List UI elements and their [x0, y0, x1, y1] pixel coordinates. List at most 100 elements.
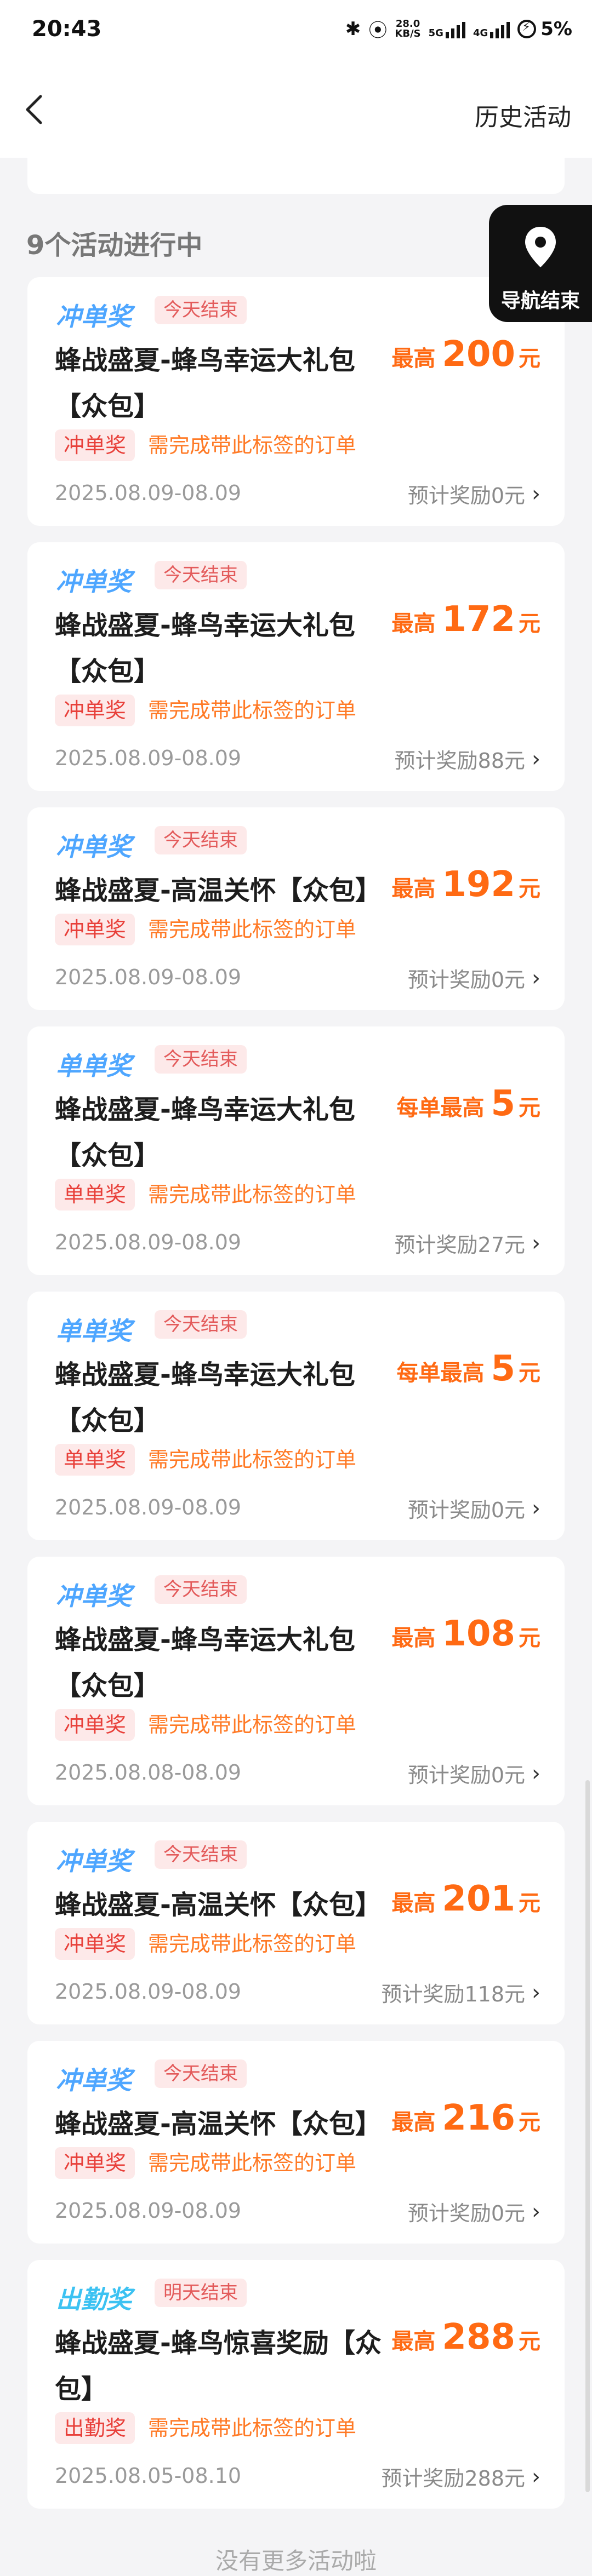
end-time-badge: 今天结束: [155, 826, 247, 854]
battery-charging-icon: [517, 19, 537, 38]
end-time-badge: 今天结束: [155, 1575, 247, 1604]
activity-title: 蜂战盛夏-蜂鸟惊喜奖励【众包】: [55, 2328, 382, 2405]
back-arrow-icon[interactable]: [23, 93, 45, 126]
reward-unit: 元: [519, 2110, 540, 2135]
end-time-badge: 今天结束: [155, 1840, 247, 1869]
end-time-badge: 今天结束: [155, 561, 247, 589]
reward-value: 288: [442, 2317, 515, 2357]
navigation-end-label: 导航结束: [500, 290, 580, 312]
order-tag: 冲单奖: [55, 914, 135, 945]
location-icon: ⦿: [368, 20, 388, 42]
estimated-reward-text: 预计奖励0元: [407, 1763, 525, 1787]
estimated-reward[interactable]: 预计奖励27元 ›: [395, 1228, 540, 1258]
reward-amount: 最高 172 元: [391, 599, 540, 640]
status-icons: ✱ ⦿ 28.0 KB/S 5G 4G 5%: [345, 15, 572, 42]
reward-value: 192: [442, 864, 515, 905]
order-tag: 单单奖: [55, 1179, 135, 1210]
requirement-text: 需完成带此标签的订单: [148, 917, 357, 942]
requirement-text: 需完成带此标签的订单: [148, 1183, 357, 1207]
reward-prefix: 每单最高: [396, 1361, 485, 1386]
activity-card[interactable]: 冲单奖 今天结束 蜂战盛夏-蜂鸟幸运大礼包【众包】 最高 172 元 冲单奖 需完成…: [27, 542, 565, 791]
reward-value: 172: [442, 599, 515, 640]
activity-card[interactable]: 冲单奖 今天结束 蜂战盛夏-蜂鸟幸运大礼包【众包】 最高 108 元 冲单奖 需完成…: [27, 1557, 565, 1805]
net-speed: 28.0 KB/S: [395, 18, 421, 39]
estimated-reward-text: 预计奖励0元: [407, 968, 525, 992]
estimated-reward[interactable]: 预计奖励0元 ›: [408, 1758, 540, 1788]
estimated-reward[interactable]: 预计奖励88元 ›: [395, 744, 540, 774]
date-range: 2025.08.09-08.09: [55, 2199, 242, 2223]
reward-unit: 元: [519, 876, 540, 902]
chevron-right-icon: ›: [532, 1230, 540, 1256]
activity-title: 蜂战盛夏-蜂鸟幸运大礼包【众包】: [55, 345, 355, 422]
end-time-badge: 今天结束: [155, 296, 247, 324]
activity-card[interactable]: 出勤奖 明天结束 蜂战盛夏-蜂鸟惊喜奖励【众包】 最高 288 元 出勤奖 需完成带…: [27, 2260, 565, 2509]
end-time-badge: 今天结束: [155, 2059, 247, 2088]
reward-unit: 元: [519, 2329, 540, 2354]
navigation-end-button[interactable]: 导航结束: [489, 205, 592, 322]
end-time-badge: 今天结束: [155, 1310, 247, 1339]
activity-title: 蜂战盛夏-蜂鸟幸运大礼包【众包】: [55, 1625, 355, 1701]
chevron-right-icon: ›: [532, 1495, 540, 1521]
estimated-reward[interactable]: 预计奖励288元 ›: [381, 2462, 540, 2492]
estimated-reward-text: 预计奖励0元: [407, 2201, 525, 2225]
summary-card-partial: [27, 158, 565, 194]
date-range: 2025.08.09-08.09: [55, 746, 242, 770]
reward-amount: 最高 288 元: [391, 2317, 540, 2357]
requirement-text: 需完成带此标签的订单: [148, 433, 357, 457]
estimated-reward[interactable]: 预计奖励118元 ›: [381, 1977, 540, 2007]
date-range: 2025.08.09-08.09: [55, 965, 242, 989]
activity-card[interactable]: 冲单奖 今天结束 蜂战盛夏-蜂鸟幸运大礼包【众包】 最高 200 元 冲单奖 需完成…: [27, 277, 565, 526]
activity-card[interactable]: 冲单奖 今天结束 蜂战盛夏-高温关怀【众包】 最高 192 元 冲单奖 需完成带此标…: [27, 807, 565, 1010]
date-range: 2025.08.09-08.09: [55, 481, 242, 505]
activity-type: 冲单奖: [56, 832, 132, 862]
reward-amount: 最高 216 元: [391, 2098, 540, 2138]
date-range: 2025.08.09-08.09: [55, 1495, 242, 1519]
estimated-reward[interactable]: 预计奖励0元 ›: [408, 963, 540, 993]
status-bar: 20:43 ✱ ⦿ 28.0 KB/S 5G 4G 5%: [0, 0, 592, 61]
reward-value: 5: [491, 1083, 515, 1124]
activity-card[interactable]: 冲单奖 今天结束 蜂战盛夏-高温关怀【众包】 最高 216 元 冲单奖 需完成带此标…: [27, 2041, 565, 2244]
reward-amount: 最高 192 元: [391, 864, 540, 905]
end-time-badge: 今天结束: [155, 1045, 247, 1074]
order-tag: 冲单奖: [55, 1928, 135, 1960]
reward-value: 5: [491, 1349, 515, 1389]
activity-title: 蜂战盛夏-高温关怀【众包】: [55, 2109, 382, 2139]
activity-type: 冲单奖: [56, 302, 132, 331]
history-activities-link[interactable]: 历史活动: [475, 97, 571, 133]
requirement-text: 需完成带此标签的订单: [148, 2151, 357, 2175]
order-tag: 冲单奖: [55, 2147, 135, 2179]
reward-prefix: 最高: [391, 2110, 436, 2135]
estimated-reward[interactable]: 预计奖励0元 ›: [408, 1493, 540, 1523]
chevron-right-icon: ›: [532, 1980, 540, 2005]
reward-unit: 元: [519, 1626, 540, 1651]
order-tag: 冲单奖: [55, 1709, 135, 1741]
reward-value: 216: [442, 2098, 515, 2138]
activity-card[interactable]: 单单奖 今天结束 蜂战盛夏-蜂鸟幸运大礼包【众包】 每单最高 5 元 单单奖 需完成…: [27, 1026, 565, 1275]
activity-card[interactable]: 单单奖 今天结束 蜂战盛夏-蜂鸟幸运大礼包【众包】 每单最高 5 元 单单奖 需完成…: [27, 1292, 565, 1540]
activity-type: 单单奖: [56, 1316, 132, 1346]
activity-type: 冲单奖: [56, 1846, 132, 1876]
signal-4g-icon: 4G: [473, 20, 510, 38]
estimated-reward[interactable]: 预计奖励0元 ›: [408, 479, 540, 509]
reward-unit: 元: [519, 1361, 540, 1386]
activity-card[interactable]: 冲单奖 今天结束 蜂战盛夏-高温关怀【众包】 最高 201 元 冲单奖 需完成带此标…: [27, 1822, 565, 2024]
estimated-reward[interactable]: 预计奖励0元 ›: [408, 2196, 540, 2227]
estimated-reward-text: 预计奖励27元: [394, 1233, 525, 1257]
reward-prefix: 最高: [391, 876, 436, 902]
chevron-right-icon: ›: [532, 965, 540, 991]
battery-indicator: 5%: [517, 18, 572, 40]
order-tag: 冲单奖: [55, 429, 135, 461]
date-range: 2025.08.08-08.09: [55, 1760, 242, 1785]
signal-5g-icon: 5G: [429, 20, 465, 38]
reward-prefix: 最高: [391, 611, 436, 636]
activity-title: 蜂战盛夏-蜂鸟幸运大礼包【众包】: [55, 1359, 355, 1436]
activity-type: 冲单奖: [56, 567, 132, 596]
date-range: 2025.08.09-08.09: [55, 1980, 242, 2004]
chevron-right-icon: ›: [532, 1760, 540, 1786]
scrollbar[interactable]: [585, 1780, 590, 2492]
top-nav: 历史活动: [0, 61, 592, 158]
order-tag: 出勤奖: [55, 2412, 135, 2444]
reward-prefix: 最高: [391, 1626, 436, 1651]
section-title: 9个活动进行中: [26, 230, 203, 261]
chevron-right-icon: ›: [532, 746, 540, 772]
